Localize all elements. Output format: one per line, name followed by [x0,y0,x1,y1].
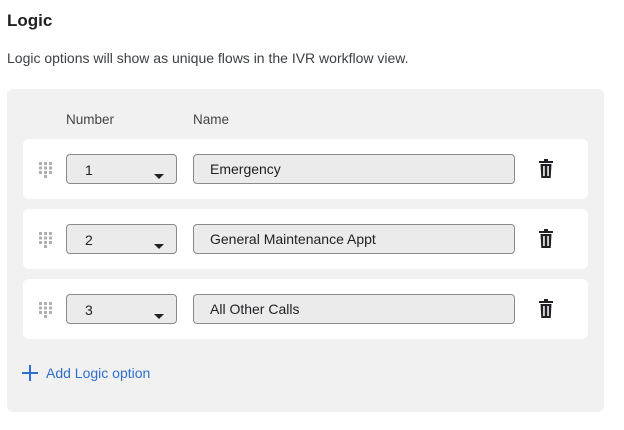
trash-icon[interactable] [538,229,554,249]
section-title: Logic [7,11,53,30]
name-input[interactable] [193,224,515,254]
caret-down-icon [154,167,164,185]
trash-icon[interactable] [538,299,554,319]
column-header-number: Number [66,112,115,127]
logic-option-row: 2 [23,209,588,269]
column-header-name: Name [193,112,230,127]
number-select[interactable]: 1 [66,154,177,184]
drag-handle-icon[interactable] [38,231,54,248]
caret-down-icon [154,237,164,255]
number-select[interactable]: 3 [66,294,177,324]
logic-option-row: 1 [23,139,588,199]
number-select[interactable]: 2 [66,224,177,254]
number-select-value: 1 [85,162,93,178]
name-input[interactable] [193,294,515,324]
drag-handle-icon[interactable] [38,161,54,178]
caret-down-icon [154,307,164,325]
section-description: Logic options will show as unique flows … [7,50,409,66]
number-select-value: 2 [85,232,93,248]
add-logic-option-label: Add Logic option [46,365,151,381]
trash-icon[interactable] [538,159,554,179]
name-input[interactable] [193,154,515,184]
drag-handle-icon[interactable] [38,301,54,318]
logic-option-row: 3 [23,279,588,339]
logic-options-panel: Number Name 1 Emergency 2 General Mainte… [7,89,604,412]
add-logic-option-button[interactable]: Add Logic option [22,362,150,384]
number-select-value: 3 [85,302,93,318]
plus-icon [22,365,38,381]
